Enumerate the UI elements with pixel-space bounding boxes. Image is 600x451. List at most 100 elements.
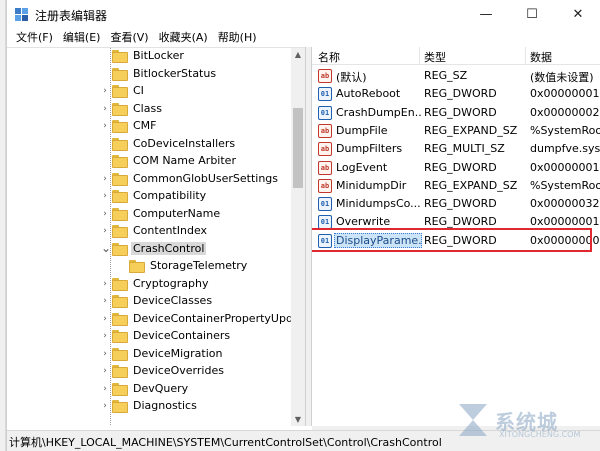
list-header: 名称 类型 数据: [312, 47, 600, 65]
tree-item[interactable]: ⌄ CrashControl: [7, 241, 291, 259]
tree-item-label: BitlockerStatus: [133, 66, 217, 80]
folder-icon: [112, 399, 128, 413]
tree-item[interactable]: › Compatibility: [7, 188, 291, 206]
folder-icon: [112, 224, 128, 238]
scroll-down-icon[interactable]: ▼: [291, 413, 305, 426]
value-row[interactable]: ab MinidumpDir REG_EXPAND_SZ %SystemRoot%: [312, 177, 600, 196]
column-name-header[interactable]: 名称: [318, 49, 340, 65]
tree-item[interactable]: › CI: [7, 83, 291, 101]
minimize-icon: —: [479, 6, 493, 22]
tree-item-label: BitLocker: [133, 49, 184, 62]
tree-item[interactable]: COM Name Arbiter: [7, 153, 291, 171]
value-name: DumpFilters: [336, 142, 403, 156]
expand-chevron-icon[interactable]: ›: [101, 296, 109, 306]
tree-item[interactable]: BitlockerStatus: [7, 66, 291, 84]
menu-help[interactable]: 帮助(H): [213, 29, 262, 45]
expand-chevron-icon[interactable]: ›: [101, 86, 109, 96]
string-value-icon: ab: [318, 178, 332, 193]
expand-chevron-icon[interactable]: ›: [101, 366, 109, 376]
value-data: 0x00000032 (5: [530, 197, 600, 211]
column-divider[interactable]: [525, 47, 526, 65]
value-row[interactable]: ab DumpFilters REG_MULTI_SZ dumpfve.sys: [312, 140, 600, 159]
expand-chevron-icon[interactable]: ›: [101, 401, 109, 411]
tree-vertical-scrollbar[interactable]: ▲ ▼: [291, 48, 305, 426]
tree-item-label: StorageTelemetry: [150, 259, 248, 272]
value-row[interactable]: ab (默认) REG_SZ (数值未设置): [312, 67, 600, 86]
key-tree-pane[interactable]: BitLocker BitlockerStatus › CI › Class › CMF CoD…: [7, 47, 305, 426]
pane-splitter[interactable]: [305, 47, 312, 426]
scroll-up-icon[interactable]: ▲: [291, 48, 305, 62]
column-divider[interactable]: [419, 47, 420, 65]
menu-favorites[interactable]: 收藏夹(A): [154, 29, 213, 45]
folder-icon: [112, 119, 128, 133]
tree-item[interactable]: › DeviceMigration: [7, 346, 291, 364]
tree-item[interactable]: CoDeviceInstallers: [7, 136, 291, 154]
expand-chevron-icon[interactable]: ›: [101, 209, 109, 219]
folder-icon: [129, 259, 145, 273]
tree-item[interactable]: StorageTelemetry: [7, 258, 291, 276]
tree-item[interactable]: › ContentIndex: [7, 223, 291, 241]
watermark-logo-icon: [459, 404, 487, 436]
value-type: REG_DWORD: [424, 215, 497, 229]
value-type: REG_MULTI_SZ: [424, 142, 505, 156]
expand-chevron-icon[interactable]: ›: [101, 349, 109, 359]
folder-icon: [112, 67, 128, 81]
folder-icon: [112, 347, 128, 361]
expand-chevron-icon[interactable]: ›: [101, 279, 109, 289]
tree-item[interactable]: › DeviceContainers: [7, 328, 291, 346]
menu-view[interactable]: 查看(V): [105, 29, 153, 45]
column-type-header[interactable]: 类型: [424, 49, 446, 65]
close-button[interactable]: ✕: [555, 0, 600, 28]
tree-item-label: DeviceMigration: [133, 346, 223, 360]
site-watermark: 系统城 XITONGCHENG.COM: [455, 400, 600, 446]
value-type: REG_EXPAND_SZ: [424, 178, 518, 192]
tree-item[interactable]: › DeviceClasses: [7, 293, 291, 311]
tree-item-label: DeviceContainerPropertyUpdate: [133, 311, 305, 325]
tree-item[interactable]: › Class: [7, 101, 291, 119]
tree-item-label: DeviceContainers: [133, 329, 231, 342]
folder-icon: [112, 154, 128, 168]
menu-bar: 文件(F) 编辑(E) 查看(V) 收藏夹(A) 帮助(H): [7, 28, 600, 46]
expand-chevron-icon[interactable]: ›: [101, 104, 109, 114]
folder-icon: [112, 172, 128, 186]
column-data-header[interactable]: 数据: [530, 49, 552, 65]
value-row[interactable]: 01 CrashDumpEn...REG_DWORD 0x00000002 (2): [312, 104, 600, 123]
minimize-button[interactable]: —: [463, 0, 509, 28]
tree-item[interactable]: BitLocker: [7, 48, 291, 66]
value-type: REG_EXPAND_SZ: [424, 123, 518, 137]
menu-edit[interactable]: 编辑(E): [58, 29, 106, 45]
string-value-icon: ab: [318, 123, 332, 138]
tree-item[interactable]: › Cryptography: [7, 276, 291, 294]
tree-item[interactable]: › DevQuery: [7, 381, 291, 399]
menu-file[interactable]: 文件(F): [11, 29, 58, 45]
value-row[interactable]: 01 AutoReboot REG_DWORD 0x00000001 (1): [312, 85, 600, 104]
tree-item[interactable]: › Diagnostics: [7, 398, 291, 416]
tree-item[interactable]: › DeviceOverrides: [7, 363, 291, 381]
value-name: Overwrite: [336, 215, 391, 229]
folder-icon: [112, 49, 128, 63]
tree-item[interactable]: › CommonGlobUserSettings: [7, 171, 291, 189]
collapse-chevron-icon[interactable]: ⌄: [101, 241, 111, 255]
tree-item-label: DevQuery: [133, 381, 189, 395]
tree-item[interactable]: › ComputerName: [7, 206, 291, 224]
expand-chevron-icon[interactable]: ›: [101, 191, 109, 201]
expand-chevron-icon[interactable]: ›: [101, 174, 109, 184]
expand-chevron-icon[interactable]: ›: [101, 331, 109, 341]
tree-item[interactable]: › CMF: [7, 118, 291, 136]
value-row[interactable]: ab DumpFile REG_EXPAND_SZ %SystemRoot%: [312, 122, 600, 141]
folder-icon: [112, 102, 128, 116]
tree-item-label: COM Name Arbiter: [133, 154, 236, 167]
title-bar[interactable]: 注册表编辑器 — ☐ ✕: [7, 0, 600, 28]
expand-chevron-icon[interactable]: ›: [101, 226, 109, 236]
value-name: CrashDumpEn...: [336, 105, 422, 119]
value-row[interactable]: ab LogEvent REG_DWORD 0x00000001 (1): [312, 159, 600, 178]
value-type: REG_DWORD: [424, 87, 497, 101]
expand-chevron-icon[interactable]: ›: [101, 384, 109, 394]
tree-scroll-thumb[interactable]: [293, 108, 303, 188]
expand-chevron-icon[interactable]: ›: [101, 314, 109, 324]
maximize-button[interactable]: ☐: [509, 0, 555, 28]
value-row[interactable]: 01 MinidumpsCo...REG_DWORD 0x00000032 (5: [312, 195, 600, 214]
tree-item[interactable]: › DeviceContainerPropertyUpdate: [7, 311, 305, 329]
expand-chevron-icon[interactable]: ›: [101, 121, 109, 131]
value-list-pane[interactable]: 名称 类型 数据 ab (默认) REG_SZ (数值未设置) 01 AutoReboot…: [312, 47, 600, 426]
